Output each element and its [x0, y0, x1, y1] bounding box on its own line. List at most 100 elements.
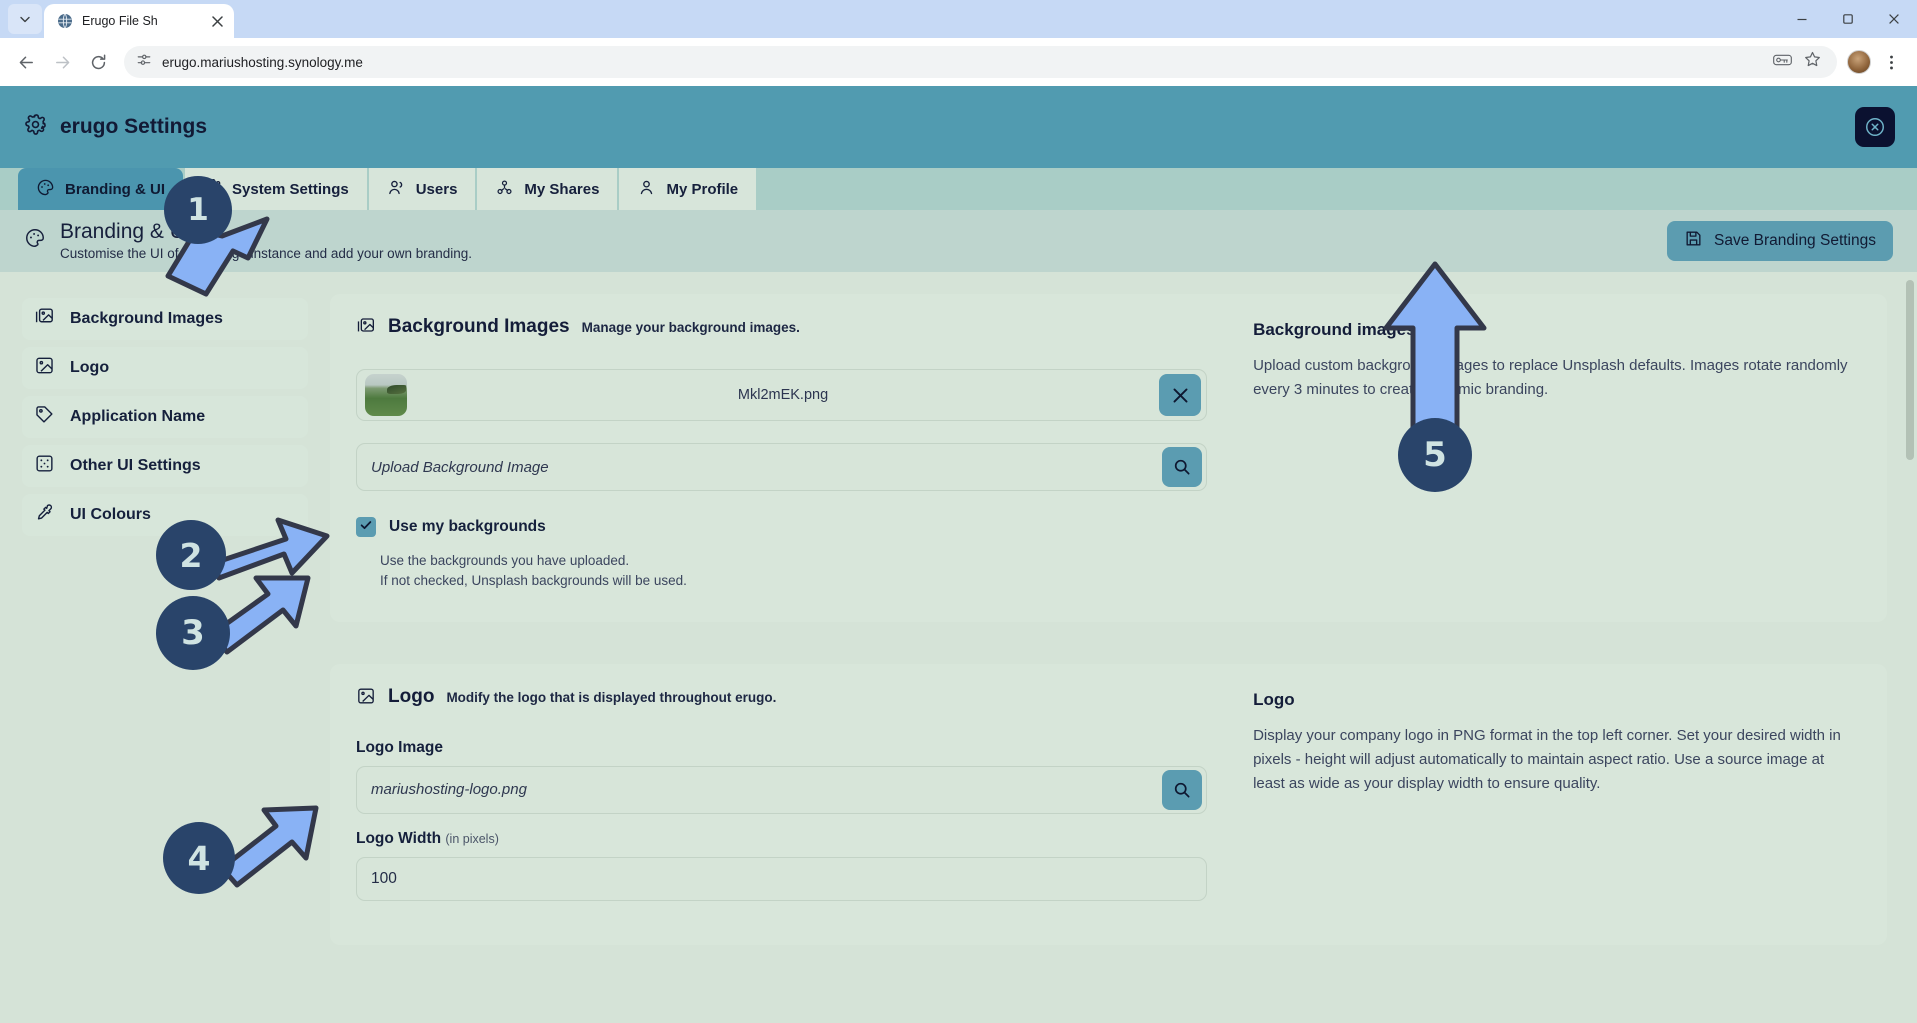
- sidebar-item-label: Other UI Settings: [70, 457, 201, 474]
- hint-line-2: If not checked, Unsplash backgrounds wil…: [380, 573, 687, 589]
- tab-label: My Profile: [666, 180, 739, 198]
- tab-users[interactable]: Users: [368, 168, 476, 210]
- checkmark-icon: [359, 518, 373, 537]
- close-circle-icon[interactable]: [1855, 107, 1895, 147]
- gear-icon: [24, 113, 47, 142]
- page-subtitle: Customise the UI of your erugo instance …: [60, 246, 472, 262]
- globe-icon: [56, 13, 73, 30]
- tab-branding-ui[interactable]: Branding & UI: [18, 168, 183, 210]
- settings-content: Background Images Logo Application Name …: [0, 272, 1917, 1023]
- app-title: erugo Settings: [60, 115, 208, 138]
- share-icon: [495, 178, 514, 201]
- tab-search-chevron-icon[interactable]: [8, 4, 42, 34]
- background-info-body: Upload custom background images to repla…: [1253, 357, 1848, 399]
- logo-image-label: Logo Image: [356, 738, 443, 756]
- sidebar-item-other-ui-settings[interactable]: Other UI Settings: [22, 445, 308, 487]
- use-my-backgrounds-label: Use my backgrounds: [389, 518, 546, 535]
- star-icon[interactable]: [1804, 51, 1821, 73]
- use-my-backgrounds-checkbox[interactable]: [356, 517, 376, 537]
- sidebar-item-background-images[interactable]: Background Images: [22, 298, 308, 340]
- sidebar-item-label: UI Colours: [70, 506, 151, 523]
- app-header-title-group: erugo Settings: [24, 113, 207, 142]
- logo-info-body: Display your company logo in PNG format …: [1253, 726, 1841, 793]
- upload-background-input[interactable]: [357, 458, 1163, 476]
- window-close-icon[interactable]: [1871, 0, 1917, 38]
- background-file-name: Mkl2mEK.png: [737, 387, 829, 403]
- minimize-icon[interactable]: [1779, 0, 1825, 38]
- site-settings-icon[interactable]: [136, 52, 152, 73]
- logo-width-value: 100: [371, 869, 397, 887]
- users-icon: [387, 178, 406, 201]
- settings-panels: Background Images Manage your background…: [330, 272, 1917, 1023]
- palette-icon: [24, 227, 46, 254]
- browser-tab-title: Erugo File Sh: [82, 14, 158, 28]
- app-tab-bar: Branding & UI System Settings Users My S…: [0, 168, 1917, 210]
- person-icon: [637, 178, 656, 201]
- hint-line-1: Use the backgrounds you have uploaded.: [380, 553, 630, 568]
- forward-arrow-icon: [46, 46, 78, 78]
- background-file-row: Mkl2mEK.png: [356, 369, 1208, 421]
- save-branding-settings-button[interactable]: Save Branding Settings: [1667, 221, 1893, 261]
- tab-my-shares[interactable]: My Shares: [477, 168, 618, 210]
- password-key-icon[interactable]: [1773, 52, 1792, 73]
- maximize-icon[interactable]: [1825, 0, 1871, 38]
- card-title: Background Images: [388, 316, 570, 337]
- use-my-backgrounds-row: Use my backgrounds: [356, 517, 1207, 537]
- address-bar[interactable]: erugo.mariushosting.synology.me: [124, 46, 1837, 78]
- sidebar-item-label: Logo: [70, 359, 110, 376]
- browser-tab-strip: Erugo File Sh: [0, 0, 1917, 38]
- reload-icon[interactable]: [82, 46, 114, 78]
- avatar[interactable]: [1847, 50, 1871, 74]
- logo-image-row: [356, 765, 1208, 814]
- logo-width-label: Logo Width (in pixels): [356, 830, 1207, 848]
- logo-width-unit: (in pixels): [445, 831, 499, 846]
- scrollbar-thumb[interactable]: [1906, 280, 1914, 460]
- card-description: Modify the logo that is displayed throug…: [446, 689, 777, 705]
- logo-width-label-text: Logo Width: [356, 829, 442, 847]
- tab-label: System Settings: [232, 180, 349, 198]
- sidebar-item-label: Background Images: [70, 310, 223, 327]
- sidebar-item-label: Application Name: [70, 408, 206, 425]
- erugo-settings-window: erugo Settings Branding & UI System Sett…: [0, 86, 1917, 1023]
- logo-image-input[interactable]: [357, 781, 1163, 798]
- app-header: erugo Settings: [0, 86, 1917, 168]
- gear-icon: [203, 178, 222, 201]
- logo-info-title: Logo: [1253, 689, 1295, 709]
- window-controls: [1779, 0, 1917, 38]
- browser-tab[interactable]: Erugo File Sh: [44, 4, 234, 38]
- back-arrow-icon[interactable]: [10, 46, 42, 78]
- save-button-label: Save Branding Settings: [1714, 232, 1876, 249]
- logo-card: Logo Modify the logo that is displayed t…: [330, 663, 1887, 945]
- upload-background-row: [356, 443, 1208, 491]
- tab-system-settings[interactable]: System Settings: [185, 168, 367, 210]
- images-stack-icon: [356, 316, 376, 341]
- sidebar-item-ui-colours[interactable]: UI Colours: [22, 494, 308, 536]
- sidebar-item-logo[interactable]: Logo: [22, 347, 308, 389]
- tab-label: My Shares: [524, 180, 600, 198]
- remove-background-button[interactable]: [1159, 374, 1202, 416]
- card-title: Logo: [388, 685, 435, 707]
- browse-logo-button[interactable]: [1162, 769, 1203, 810]
- background-images-card: Background Images Manage your background…: [330, 294, 1887, 622]
- browser-toolbar: erugo.mariushosting.synology.me: [0, 38, 1917, 86]
- tab-close-icon[interactable]: [208, 12, 226, 30]
- sidebar-item-application-name[interactable]: Application Name: [22, 396, 308, 438]
- background-info-title: Background images: [1253, 320, 1416, 339]
- branding-sidebar: Background Images Logo Application Name …: [0, 272, 330, 1023]
- browse-background-button[interactable]: [1162, 447, 1203, 487]
- images-stack-icon: [34, 306, 55, 332]
- dice-icon: [34, 453, 55, 479]
- tab-my-profile[interactable]: My Profile: [619, 168, 757, 210]
- address-bar-url: erugo.mariushosting.synology.me: [162, 54, 363, 70]
- logo-width-input[interactable]: 100: [356, 856, 1208, 901]
- landscape-thumbnail: [365, 374, 407, 416]
- content-scrollbar[interactable]: [1906, 280, 1914, 1015]
- palette-icon: [36, 178, 55, 201]
- tag-icon: [34, 404, 55, 430]
- page-title: Branding & UI: [60, 219, 191, 243]
- tab-label: Users: [415, 180, 458, 198]
- kebab-menu-icon[interactable]: [1875, 46, 1907, 78]
- image-icon: [34, 355, 55, 381]
- card-description: Manage your background images.: [581, 320, 800, 335]
- tab-label: Branding & UI: [65, 180, 165, 198]
